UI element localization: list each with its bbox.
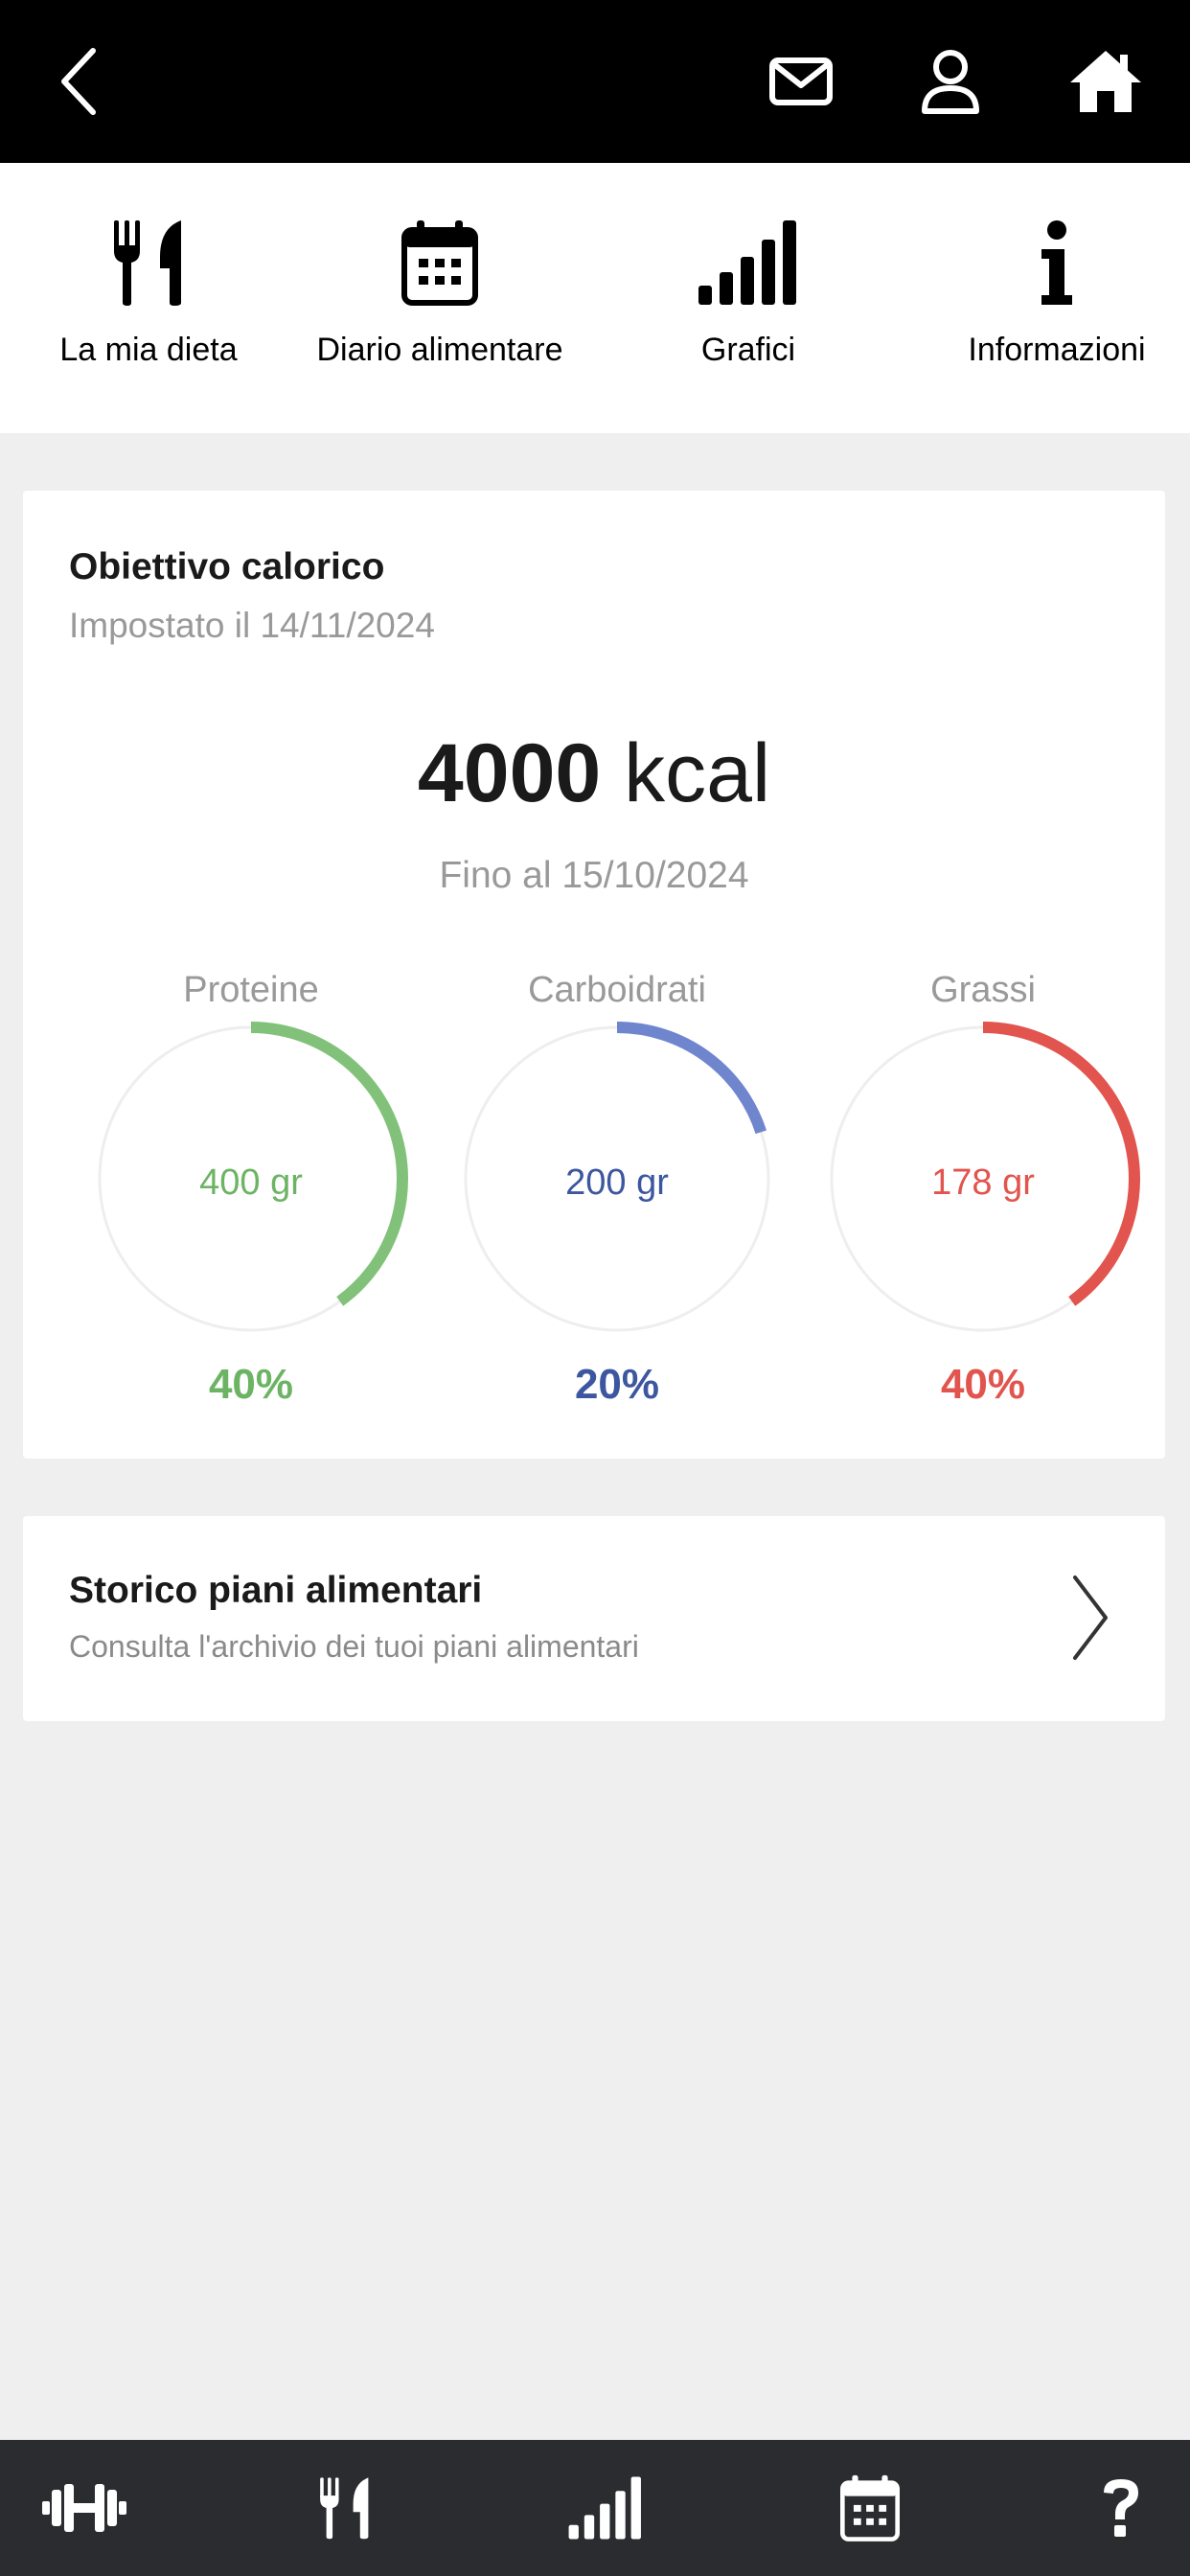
question-icon: [1104, 2479, 1138, 2537]
top-header: [0, 0, 1190, 163]
nav-diary[interactable]: [803, 2440, 937, 2576]
macro-percent: 40%: [208, 1361, 294, 1408]
calorie-goal-card: Obiettivo calorico Impostato il 14/11/20…: [23, 491, 1165, 1459]
tab-label: Diario alimentare: [316, 332, 563, 368]
calorie-target: 4000 kcal: [23, 732, 1165, 815]
tab-food-diary[interactable]: Diario alimentare: [291, 163, 588, 433]
info-icon: [1041, 220, 1072, 305]
nav-help[interactable]: [1054, 2440, 1188, 2576]
kcal-value: 4000: [417, 727, 602, 819]
calendar-icon: [401, 220, 478, 306]
macro-amount: 178 gr: [931, 1162, 1035, 1203]
fork-knife-icon: [114, 220, 181, 306]
signal-bars-icon: [698, 220, 796, 305]
goal-set-date: Impostato il 14/11/2024: [69, 606, 435, 645]
dumbbell-icon: [42, 2484, 126, 2532]
macro-percent: 20%: [574, 1361, 660, 1408]
bottom-nav-bar: [0, 2440, 1190, 2576]
card-title: Storico piani alimentari: [69, 1570, 483, 1611]
section-tabs: La mia dieta Diario alimentare Grafici I…: [0, 163, 1190, 433]
chevron-left-icon: [61, 48, 96, 115]
kcal-unit: kcal: [624, 727, 771, 819]
tab-charts[interactable]: Grafici: [600, 163, 897, 433]
chevron-right-icon: [1073, 1576, 1108, 1660]
fork-knife-icon: [320, 2477, 369, 2540]
profile-button[interactable]: [893, 0, 1008, 163]
tab-my-diet[interactable]: La mia dieta: [0, 163, 297, 433]
macro-amount: 400 gr: [199, 1162, 303, 1203]
nav-charts[interactable]: [538, 2440, 673, 2576]
home-icon: [1070, 51, 1141, 112]
home-button[interactable]: [1048, 0, 1163, 163]
tab-label: Grafici: [700, 332, 796, 368]
goal-end-date: Fino al 15/10/2024: [439, 855, 749, 896]
macro-name: Carboidrati: [528, 970, 706, 1010]
back-button[interactable]: [21, 0, 136, 163]
mail-button[interactable]: [744, 0, 858, 163]
calendar-icon: [840, 2474, 900, 2542]
macro-carbs: Carboidrati 200 gr 20%: [445, 970, 790, 1430]
macro-fat: Grassi 178 gr 40%: [811, 970, 1156, 1430]
tab-label: La mia dieta: [59, 332, 238, 368]
tab-label: Informazioni: [968, 332, 1146, 368]
macro-amount: 200 gr: [565, 1162, 669, 1203]
macro-name: Grassi: [930, 970, 1036, 1010]
signal-bars-icon: [568, 2476, 641, 2540]
meal-plan-history-card[interactable]: Storico piani alimentari Consulta l'arch…: [23, 1516, 1165, 1721]
nav-workout[interactable]: [17, 2440, 151, 2576]
card-subtitle: Consulta l'archivio dei tuoi piani alime…: [69, 1629, 639, 1664]
tab-info[interactable]: Informazioni: [908, 163, 1190, 433]
mail-icon: [769, 58, 833, 105]
macro-protein: Proteine 400 gr 40%: [79, 970, 423, 1430]
nav-diet[interactable]: [278, 2440, 412, 2576]
macro-percent: 40%: [940, 1361, 1026, 1408]
macro-name: Proteine: [183, 970, 319, 1010]
card-title: Obiettivo calorico: [69, 546, 385, 587]
user-icon: [922, 50, 979, 114]
